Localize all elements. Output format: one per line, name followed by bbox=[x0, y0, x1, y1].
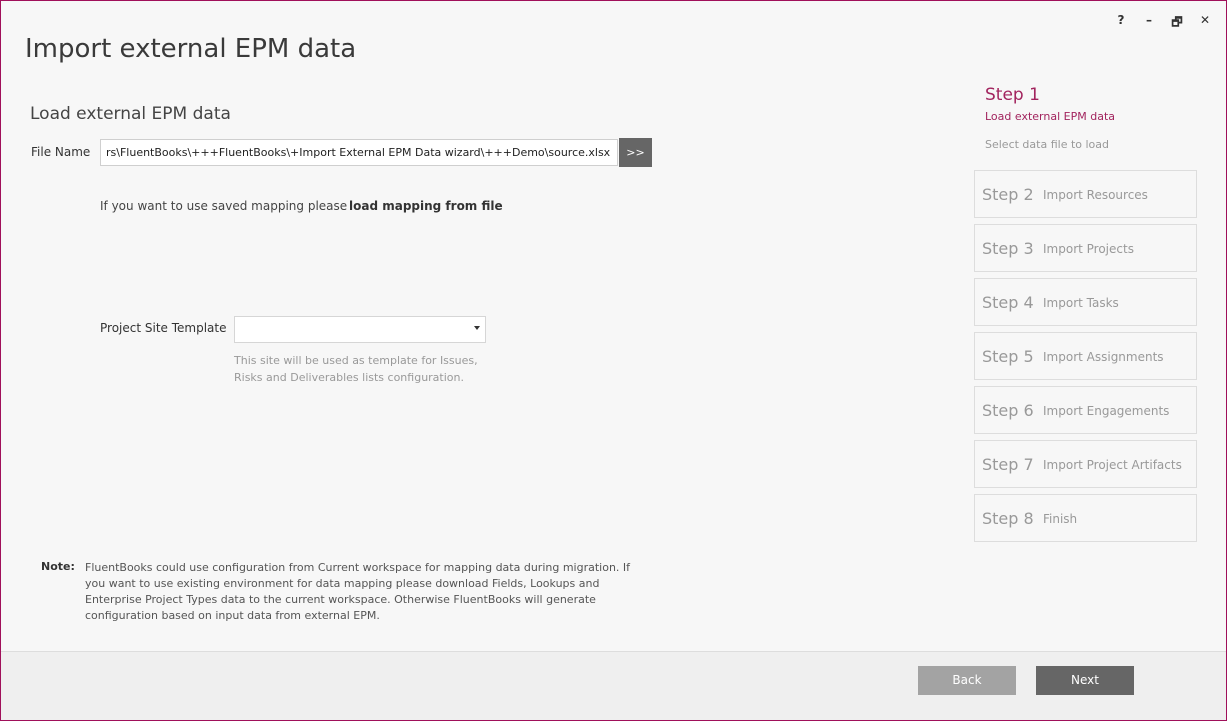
step-name: Import Engagements bbox=[1043, 404, 1170, 418]
step-item-import-engagements[interactable]: Step 6 Import Engagements bbox=[974, 386, 1197, 434]
section-title: Load external EPM data bbox=[30, 104, 231, 124]
step-item-import-projects[interactable]: Step 3 Import Projects bbox=[974, 224, 1197, 272]
step-item-import-project-artifacts[interactable]: Step 7 Import Project Artifacts bbox=[974, 440, 1197, 488]
step-number: Step 5 bbox=[982, 347, 1034, 366]
chevron-down-icon[interactable] bbox=[474, 326, 480, 330]
step-item-import-resources[interactable]: Step 2 Import Resources bbox=[974, 170, 1197, 218]
project-site-template-help: This site will be used as template for I… bbox=[234, 354, 478, 384]
step-number: Step 4 bbox=[982, 293, 1034, 312]
step-name: Import Tasks bbox=[1043, 296, 1119, 310]
current-step-subtitle: Load external EPM data bbox=[985, 110, 1115, 123]
project-site-template-select[interactable] bbox=[234, 316, 486, 343]
browse-button[interactable]: >> bbox=[619, 138, 652, 167]
back-button[interactable]: Back bbox=[918, 666, 1016, 695]
wizard-window: ? – 🗗 ✕ Import external EPM data Load ex… bbox=[0, 0, 1227, 721]
next-button[interactable]: Next bbox=[1036, 666, 1134, 695]
current-step-description: Select data file to load bbox=[985, 138, 1110, 151]
close-icon[interactable]: ✕ bbox=[1198, 13, 1212, 34]
page-title: Import external EPM data bbox=[25, 34, 357, 64]
step-number: Step 6 bbox=[982, 401, 1034, 420]
help-icon[interactable]: ? bbox=[1114, 13, 1128, 34]
minimize-icon[interactable]: – bbox=[1142, 13, 1156, 34]
project-site-template-label: Project Site Template bbox=[100, 321, 227, 335]
mapping-prompt: If you want to use saved mapping please bbox=[100, 199, 348, 213]
file-name-input[interactable]: rs\FluentBooks\+++FluentBooks\+Import Ex… bbox=[100, 139, 618, 166]
step-number: Step 7 bbox=[982, 455, 1034, 474]
step-item-finish[interactable]: Step 8 Finish bbox=[974, 494, 1197, 542]
current-step-title: Step 1 bbox=[985, 85, 1040, 105]
step-item-import-tasks[interactable]: Step 4 Import Tasks bbox=[974, 278, 1197, 326]
step-number: Step 2 bbox=[982, 185, 1034, 204]
load-mapping-link[interactable]: load mapping from file bbox=[349, 199, 503, 213]
note-label: Note: bbox=[41, 560, 75, 573]
file-name-label: File Name bbox=[31, 145, 91, 159]
step-name: Import Assignments bbox=[1043, 350, 1164, 364]
step-name: Import Resources bbox=[1043, 188, 1148, 202]
step-name: Import Projects bbox=[1043, 242, 1134, 256]
step-name: Import Project Artifacts bbox=[1043, 458, 1182, 472]
restore-icon[interactable]: 🗗 bbox=[1170, 13, 1184, 34]
step-name: Finish bbox=[1043, 512, 1078, 526]
step-number: Step 3 bbox=[982, 239, 1034, 258]
step-item-import-assignments[interactable]: Step 5 Import Assignments bbox=[974, 332, 1197, 380]
note-text: FluentBooks could use configuration from… bbox=[85, 561, 631, 622]
window-controls: ? – 🗗 ✕ bbox=[1114, 13, 1212, 34]
step-number: Step 8 bbox=[982, 509, 1034, 528]
